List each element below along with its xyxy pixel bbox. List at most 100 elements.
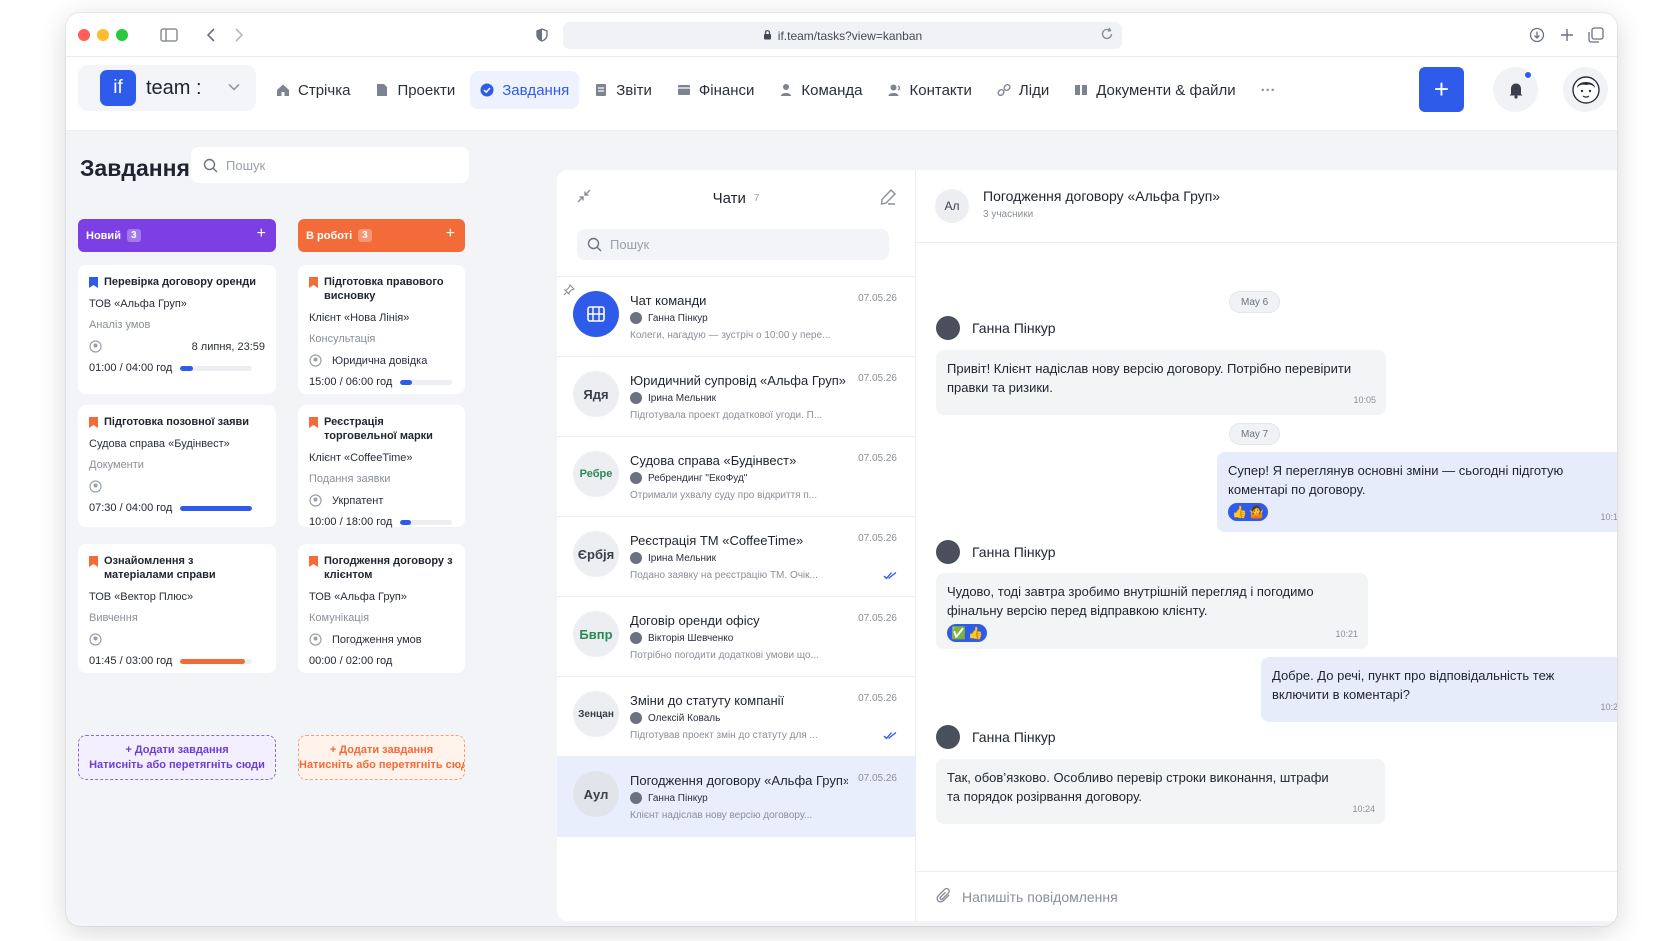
brand-logo: if: [100, 70, 136, 106]
sidebar-toggle-icon[interactable]: [158, 24, 180, 46]
chats-search[interactable]: Пошук: [577, 229, 889, 260]
task-title: Погодження договору з клієнтом: [324, 555, 453, 581]
message-bubble[interactable]: Чудово, тоді завтра зробимо внутрішній п…: [936, 573, 1368, 649]
compose-icon[interactable]: [879, 188, 897, 210]
nav-label: Команда: [801, 81, 863, 99]
chats-header: Чати 7: [557, 170, 915, 226]
chat-title: Реєстрація ТМ «CoffeeTime»: [630, 533, 804, 548]
chat-item[interactable]: Бвпр Договір оренди офісу 07.05.26 Вікто…: [557, 597, 915, 677]
column-header-new[interactable]: Новий 3 +: [78, 219, 276, 252]
chat-item[interactable]: Чат команди 07.05.26 Ганна Пінкур Колеги…: [557, 277, 915, 357]
url-text: if.team/tasks?view=kanban: [777, 28, 923, 43]
task-stage: Документи: [89, 459, 144, 471]
task-title: Перевірка договору оренди: [104, 276, 256, 288]
flag-icon: [309, 277, 318, 288]
chat-item[interactable]: Зенцан Зміни до статуту компанії 07.05.2…: [557, 677, 915, 757]
add-task-plus-icon[interactable]: +: [446, 225, 455, 243]
forward-icon[interactable]: [228, 24, 250, 46]
create-button[interactable]: +: [1419, 67, 1464, 112]
participants-count[interactable]: 3 учасники: [983, 209, 1033, 220]
notification-badge: [1524, 71, 1532, 79]
chat-author: Ганна Пінкур: [630, 312, 708, 324]
message-bubble[interactable]: Супер! Я переглянув основні зміни — сьог…: [1217, 452, 1617, 532]
chat-item[interactable]: Єрбjя Реєстрація ТМ «CoffeeTime» 07.05.2…: [557, 517, 915, 597]
nav-item-documents[interactable]: Документи & файли: [1064, 71, 1245, 109]
minimize-window-button[interactable]: [97, 29, 109, 41]
close-window-button[interactable]: [78, 29, 90, 41]
avatar: [630, 712, 642, 724]
date-divider: May 6: [1229, 291, 1281, 313]
chat-item-active[interactable]: Аул Погодження договору «Альфа Груп» 07.…: [557, 757, 915, 837]
user-avatar[interactable]: [1563, 67, 1608, 112]
chat-author: Вікторія Шевченко: [630, 632, 733, 644]
collapse-icon[interactable]: [577, 189, 591, 207]
task-title-row: Реєстрація торговельної марки: [309, 415, 454, 443]
message-bubble[interactable]: Так, обов’язково. Особливо перевір строк…: [936, 759, 1385, 824]
task-card[interactable]: Погодження договору з клієнтом ТОВ «Альф…: [298, 544, 465, 673]
add-task-label: + Додати завдання: [329, 744, 434, 756]
chat-title: Судова справа «Будінвест»: [630, 453, 797, 468]
shield-icon[interactable]: [531, 24, 553, 46]
task-meta-row: Погодження умов: [309, 633, 454, 646]
nav-item-finance[interactable]: Фінанси: [667, 71, 765, 109]
chat-preview: Підготувала проект додаткової угоди. П..…: [630, 410, 823, 421]
nav-item-team[interactable]: Команда: [769, 71, 872, 109]
message-text-line: включити в коментарі?: [1272, 687, 1410, 702]
column-header-in-progress[interactable]: В роботі 3 +: [298, 219, 465, 252]
add-task-dropzone[interactable]: + Додати завдання Натисніть або перетягн…: [78, 735, 276, 780]
task-card[interactable]: Підготовка позовної заяви Судова справа …: [78, 405, 276, 527]
add-task-dropzone[interactable]: + Додати завдання Натисніть або перетягн…: [298, 735, 465, 780]
flag-icon: [309, 417, 318, 428]
paperclip-icon[interactable]: [936, 887, 952, 910]
back-icon[interactable]: [200, 24, 222, 46]
download-icon[interactable]: [1526, 24, 1548, 46]
message-reactions[interactable]: 👍 🤷: [1228, 503, 1268, 521]
task-card[interactable]: Реєстрація торговельної марки Клієнт «Co…: [298, 405, 465, 528]
task-stage: Комунікація: [309, 612, 370, 624]
chat-item[interactable]: Ребре Судова справа «Будінвест» 07.05.26…: [557, 437, 915, 517]
message-bubble[interactable]: Привіт! Клієнт надіслав нову версію дого…: [936, 350, 1386, 415]
add-task-plus-icon[interactable]: +: [257, 225, 266, 243]
chat-list: Чат команди 07.05.26 Ганна Пінкур Колеги…: [557, 276, 915, 837]
nav-item-contacts[interactable]: Контакти: [878, 71, 982, 109]
tabs-overview-icon[interactable]: [1585, 24, 1607, 46]
nav-item-tasks[interactable]: Завдання: [470, 71, 580, 109]
column-name: В роботі: [306, 229, 353, 242]
address-bar[interactable]: if.team/tasks?view=kanban: [563, 22, 1122, 49]
chat-date: 07.05.26: [858, 613, 897, 624]
link-icon: [997, 83, 1011, 97]
assignee-icon: [309, 354, 322, 367]
nav-label: Контакти: [909, 81, 972, 99]
column-count: 3: [126, 229, 141, 242]
nav-item-reports[interactable]: Звіти: [584, 71, 662, 109]
task-tag: Погодження умов: [332, 633, 422, 646]
message-input[interactable]: [962, 885, 1582, 909]
more-menu-button[interactable]: ···: [1251, 71, 1286, 109]
chat-author: Ребрендинг "ЕкоФуд": [630, 472, 747, 484]
time-progress-bar: [400, 519, 453, 525]
nav-item-feed[interactable]: Стрічка: [266, 71, 360, 109]
task-card[interactable]: Ознайомлення з матеріалами справи ТОВ «В…: [78, 544, 276, 673]
new-tab-icon[interactable]: [1556, 24, 1578, 46]
task-card[interactable]: Підготовка правового висновку Клієнт «Но…: [298, 265, 465, 394]
date-divider: May 7: [1229, 423, 1281, 445]
pin-icon: [563, 283, 575, 301]
column-name: Новий: [86, 229, 121, 242]
message-bubble[interactable]: Добре. До речі, пункт про відповідальніс…: [1261, 657, 1617, 722]
browser-window: if.team/tasks?view=kanban if team : Стрі…: [66, 13, 1617, 926]
workspace-switcher[interactable]: if team :: [78, 65, 256, 111]
conversation-panel: Ал Погодження договору «Альфа Груп» 3 уч…: [916, 170, 1617, 921]
zoom-window-button[interactable]: [116, 29, 128, 41]
notifications-button[interactable]: [1493, 67, 1538, 112]
chat-item[interactable]: Ядя Юридичний супровід «Альфа Груп» 07.0…: [557, 357, 915, 437]
board-search[interactable]: Пошук: [191, 147, 469, 183]
reload-icon[interactable]: [1100, 27, 1114, 44]
nav-label: Звіти: [616, 81, 652, 99]
chat-preview: Отримали ухвалу суду про відкриття п...: [630, 490, 818, 501]
task-card[interactable]: Перевірка договору оренди ТОВ «Альфа Гру…: [78, 265, 276, 394]
message-reactions[interactable]: ✅ 👍: [947, 624, 987, 642]
nav-item-leads[interactable]: Ліди: [987, 71, 1059, 109]
chevron-down-icon: [228, 78, 240, 96]
nav-item-projects[interactable]: Проекти: [365, 71, 465, 109]
column-count: 3: [358, 229, 372, 242]
